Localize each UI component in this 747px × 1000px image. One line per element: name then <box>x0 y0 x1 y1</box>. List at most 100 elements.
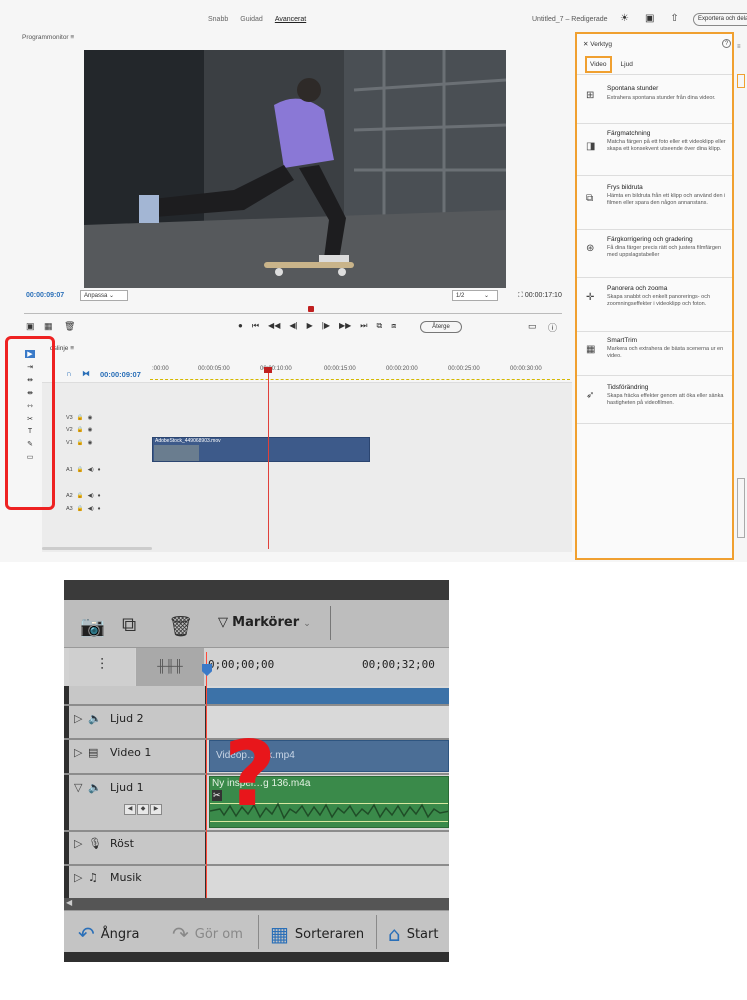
pen-tool-icon[interactable]: ✎ <box>27 440 33 448</box>
track-header-a2[interactable]: A2 🔒 ◀) ♦ <box>66 493 100 499</box>
lock-icon[interactable]: 🔒 <box>77 493 84 499</box>
waveform-icon[interactable]: ╫╫╫ <box>136 648 204 686</box>
lock-icon[interactable]: 🔒 <box>77 467 84 473</box>
track-ljud-2[interactable]: ▷ 🔈 Ljud 2 <box>74 712 144 725</box>
track-header-v3[interactable]: V3 🔒 ◉ <box>66 415 92 421</box>
speaker-icon[interactable]: ◀) <box>88 467 94 473</box>
go-to-end-icon[interactable]: ⏭ <box>360 321 367 331</box>
track-musik[interactable]: ▷ ♫ Musik <box>74 871 142 884</box>
rolling-edit-icon[interactable]: ⇼ <box>27 389 33 397</box>
step-forward-icon[interactable]: ▶▶ <box>339 321 351 331</box>
scroll-left-icon[interactable]: ◀ <box>66 898 72 907</box>
side-icon[interactable]: ≡ <box>737 44 747 50</box>
share-icon[interactable]: ⇧ <box>670 13 678 24</box>
tool-item-pan-zoom[interactable]: ✛ Panorera och zooma Skapa snabbt och en… <box>577 278 732 332</box>
scrub-handle[interactable] <box>308 306 314 312</box>
video-clip[interactable]: AdobeStock_449068903.mov <box>152 437 370 462</box>
help-icon[interactable]: ? <box>722 39 731 48</box>
selection-tool-icon[interactable]: ▶ <box>25 350 35 358</box>
redo-button[interactable]: ↷ Gör om <box>172 922 243 946</box>
export-frame-icon[interactable]: ⧉ <box>122 614 136 637</box>
go-to-start-icon[interactable]: ⏮ <box>252 321 259 331</box>
prev-keyframe-icon[interactable]: ◀ <box>124 804 136 815</box>
frame-back-icon[interactable]: ◀| <box>289 321 297 331</box>
track-header-v1[interactable]: V1 🔒 ◉ <box>66 440 92 446</box>
timeline-scrollbar[interactable] <box>42 547 152 550</box>
scrub-bar[interactable] <box>24 313 562 314</box>
lock-icon[interactable]: 🔒 <box>77 440 84 446</box>
timeline-ruler[interactable]: :00:00 00:00:05:00 00:00:10:00 00:00:15:… <box>150 366 570 380</box>
mode-advanced[interactable]: Avancerat <box>275 16 306 23</box>
track-video-1[interactable]: ▷ ▤ Video 1 <box>74 746 151 759</box>
markers-dropdown[interactable]: ▽ Markörer ⌄ <box>218 615 311 630</box>
menu-icon[interactable]: ≡ <box>70 34 74 41</box>
expand-arrow-icon[interactable]: ▷ <box>74 871 88 884</box>
play-icon[interactable]: ▶ <box>307 321 313 331</box>
next-keyframe-icon[interactable]: ▶ <box>150 804 162 815</box>
mic-icon[interactable]: ♦ <box>98 506 101 512</box>
camera-icon[interactable]: 📷 <box>80 614 105 639</box>
link-icon[interactable]: ⧓ <box>82 369 90 378</box>
fit-dropdown[interactable]: Anpassa ⌄ <box>80 290 128 301</box>
menu-icon[interactable]: ≡ <box>70 345 74 352</box>
speaker-icon[interactable]: ◀) <box>88 493 94 499</box>
export-frame-icon[interactable]: ▣ <box>26 321 35 332</box>
expand-tracks-icon[interactable]: ⫶ <box>69 648 135 686</box>
playhead-handle[interactable] <box>264 367 272 373</box>
expand-arrow-icon[interactable]: ▷ <box>74 712 88 725</box>
help-icon[interactable]: ⓘ <box>548 321 557 334</box>
tool-item-smart-trim[interactable]: ▦ SmartTrim Markera och extrahera de bäs… <box>577 332 732 376</box>
side-scrollbar[interactable] <box>737 478 745 538</box>
tool-item-time-remap[interactable]: ➶ Tidsförändring Skapa fräcka effekter g… <box>577 376 732 424</box>
lock-icon[interactable]: 🔒 <box>77 427 84 433</box>
frame-forward-icon[interactable]: |▶ <box>322 321 330 331</box>
side-icon-active[interactable] <box>737 74 745 88</box>
add-keyframe-icon[interactable]: ◆ <box>137 804 149 815</box>
start-button[interactable]: ⌂ Start <box>388 922 438 946</box>
mode-quick[interactable]: Snabb <box>208 16 228 23</box>
tab-audio[interactable]: Ljud <box>618 56 636 73</box>
eye-icon[interactable]: ◉ <box>88 415 93 421</box>
tool-item-color-correction[interactable]: ⊛ Färgkorrigering och gradering Få dina … <box>577 230 732 278</box>
insert-icon[interactable]: ⧉ <box>377 321 383 331</box>
sun-icon[interactable]: ☀ <box>620 13 629 24</box>
marker-icon[interactable]: ● <box>238 321 243 331</box>
step-back-icon[interactable]: ◀◀ <box>268 321 280 331</box>
mic-icon[interactable]: ♦ <box>98 467 101 473</box>
mode-guided[interactable]: Guidad <box>240 16 263 23</box>
rate-stretch-icon[interactable]: ⇿ <box>27 402 33 410</box>
tool-item-moments[interactable]: ⊞ Spontana stunder Extrahera spontana st… <box>577 76 732 124</box>
lock-icon[interactable]: 🔒 <box>77 506 84 512</box>
eye-icon[interactable]: ◉ <box>88 427 93 433</box>
rectangle-tool-icon[interactable]: ▭ <box>27 453 34 461</box>
quality-dropdown[interactable]: 1/2 ⌄ <box>452 290 498 301</box>
type-tool-icon[interactable]: T <box>28 428 32 435</box>
speaker-icon[interactable]: ◀) <box>88 506 94 512</box>
expand-arrow-icon[interactable]: ▷ <box>74 746 88 759</box>
overwrite-icon[interactable]: ⧈ <box>391 321 396 331</box>
trash-icon[interactable]: 🗑 <box>64 321 75 332</box>
grid-icon[interactable]: ▦ <box>44 321 53 332</box>
lock-icon[interactable]: 🔒 <box>77 415 84 421</box>
tool-item-color-match[interactable]: ◨ Färgmatchning Matcha färgen på ett fot… <box>577 124 732 176</box>
ripple-edit-icon[interactable]: ⇹ <box>27 376 33 384</box>
tab-video[interactable]: Video <box>585 56 612 73</box>
horizontal-scrollbar[interactable]: ◀ <box>64 898 449 910</box>
track-ljud-1[interactable]: ▽ 🔈 Ljud 1 <box>74 781 144 794</box>
track-header-a1[interactable]: A1 🔒 ◀) ♦ <box>66 467 100 473</box>
revert-button[interactable]: Återge <box>420 321 462 333</box>
close-icon[interactable]: ✕ <box>583 41 588 48</box>
razor-icon[interactable]: ✂ <box>27 415 33 423</box>
magnet-icon[interactable]: ∩ <box>66 369 72 378</box>
bookmark-icon[interactable]: ▣ <box>645 13 654 24</box>
undo-button[interactable]: ↶ Ångra <box>78 922 139 946</box>
eye-icon[interactable]: ◉ <box>88 440 93 446</box>
collapse-arrow-icon[interactable]: ▽ <box>74 781 88 794</box>
mic-icon[interactable]: ♦ <box>98 493 101 499</box>
comment-icon[interactable]: ▭ <box>528 321 537 332</box>
track-select-icon[interactable]: ⇥ <box>27 363 33 371</box>
track-rost[interactable]: ▷ 🎙 Röst <box>74 837 134 850</box>
clip-above[interactable] <box>206 688 449 704</box>
fullscreen-icon[interactable]: ⛶ <box>518 292 523 299</box>
track-header-a3[interactable]: A3 🔒 ◀) ♦ <box>66 506 100 512</box>
